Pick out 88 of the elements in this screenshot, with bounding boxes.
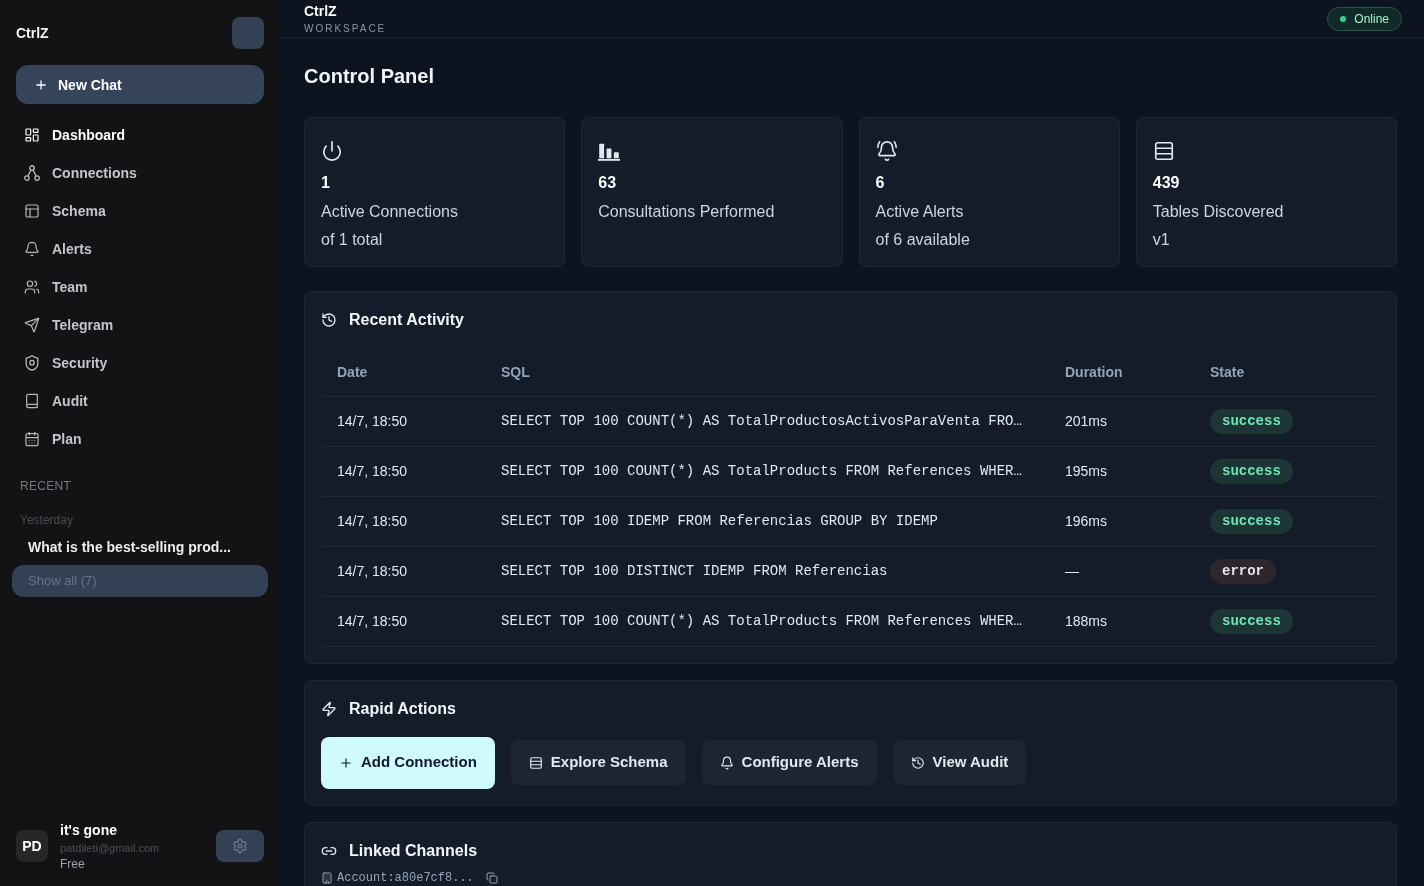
history-icon bbox=[910, 755, 925, 770]
status-badge: success bbox=[1210, 508, 1293, 534]
table-cell: SELECT TOP 100 COUNT(*) AS TotalProductosActivosParaVenta FRO… bbox=[485, 396, 1049, 446]
new-chat-button[interactable]: New Chat bbox=[16, 65, 264, 104]
table-cell: 196ms bbox=[1049, 496, 1194, 546]
column-header: Duration bbox=[1049, 349, 1194, 396]
recent-chat-item[interactable]: What is the best-selling prod... bbox=[16, 537, 264, 557]
status-badge: success bbox=[1210, 458, 1293, 484]
copy-icon[interactable] bbox=[485, 871, 498, 884]
panel-title: Rapid Actions bbox=[349, 698, 456, 719]
rows-icon bbox=[528, 755, 543, 770]
column-header: SQL bbox=[485, 349, 1049, 396]
table-cell: 14/7, 18:50 bbox=[321, 396, 485, 446]
nav-item[interactable]: Schema bbox=[16, 192, 264, 230]
table-cell: — bbox=[1049, 546, 1194, 596]
nav-item[interactable]: Dashboard bbox=[16, 116, 264, 154]
panel-title: Recent Activity bbox=[349, 310, 464, 330]
stat-value: 439 bbox=[1152, 173, 1181, 193]
status-badge: success bbox=[1210, 608, 1293, 634]
avatar: PD bbox=[16, 829, 48, 862]
stat-label: Active Connections bbox=[321, 202, 459, 222]
stat-value: 63 bbox=[598, 173, 618, 193]
user-name: it's gone bbox=[60, 821, 118, 839]
status-badge: success bbox=[1210, 408, 1293, 434]
table-cell: 188ms bbox=[1049, 596, 1194, 646]
table-cell: SELECT TOP 100 DISTINCT IDEMP FROM Referencias bbox=[485, 546, 1049, 596]
settings-button[interactable] bbox=[216, 829, 264, 862]
dashboard-icon bbox=[24, 127, 40, 143]
column-header: State bbox=[1194, 349, 1380, 396]
action-button[interactable]: Add Connection bbox=[321, 736, 495, 789]
plus-icon bbox=[339, 755, 353, 770]
panel-title: Linked Channels bbox=[349, 840, 478, 861]
stat-value: 1 bbox=[321, 173, 331, 193]
rows-icon bbox=[1152, 140, 1175, 162]
nav-item[interactable]: Telegram bbox=[16, 306, 264, 344]
table-cell: 201ms bbox=[1049, 396, 1194, 446]
stat-label: Consultations Performed bbox=[598, 202, 776, 222]
nav-item[interactable]: Security bbox=[16, 344, 264, 382]
table-cell: 14/7, 18:50 bbox=[321, 446, 485, 496]
table-cell: 14/7, 18:50 bbox=[321, 496, 485, 546]
user-email: patdileti@gmail.com bbox=[60, 842, 161, 854]
date-group-label: Yesterday bbox=[19, 514, 74, 526]
history-icon bbox=[321, 312, 337, 328]
stat-value: 6 bbox=[875, 173, 886, 193]
brand-name: CtrlZ bbox=[16, 24, 49, 43]
calendar-icon bbox=[24, 431, 40, 447]
table-cell: 195ms bbox=[1049, 446, 1194, 496]
stat-note: v1 bbox=[1152, 230, 1171, 250]
table-cell: SELECT TOP 100 COUNT(*) AS TotalProducts FROM References WHER… bbox=[485, 596, 1049, 646]
action-button[interactable]: View Audit bbox=[892, 740, 1027, 785]
status-label: Online bbox=[1354, 10, 1389, 27]
paper-plane-icon bbox=[24, 317, 40, 333]
nav-item[interactable]: Audit bbox=[16, 382, 264, 420]
shield-icon bbox=[24, 355, 40, 371]
bell-icon bbox=[719, 755, 734, 770]
building-icon bbox=[321, 871, 333, 884]
stat-note: of 6 available bbox=[875, 230, 971, 250]
users-icon bbox=[24, 279, 40, 295]
power-icon bbox=[321, 140, 343, 162]
nav-item[interactable]: Alerts bbox=[16, 230, 264, 268]
lightning-icon bbox=[321, 700, 337, 717]
table-cell: 14/7, 18:50 bbox=[321, 596, 485, 646]
account-id: Account:a80e7cf8... bbox=[337, 870, 474, 885]
settings-icon bbox=[232, 837, 248, 854]
workspace-title: CtrlZ bbox=[304, 2, 338, 19]
table-icon bbox=[24, 203, 40, 219]
nodes-icon bbox=[24, 165, 40, 181]
action-button[interactable]: Explore Schema bbox=[510, 740, 686, 785]
workspace-subtitle: WORKSPACE bbox=[304, 22, 387, 35]
table-cell: 14/7, 18:50 bbox=[321, 546, 485, 596]
column-header: Date bbox=[321, 349, 485, 396]
book-icon bbox=[24, 393, 40, 409]
bell-ring-icon bbox=[875, 140, 898, 162]
plus-icon bbox=[34, 77, 48, 92]
bell-icon bbox=[24, 241, 40, 257]
table-cell: SELECT TOP 100 COUNT(*) AS TotalProducts FROM References WHER… bbox=[485, 446, 1049, 496]
page-title: Control Panel bbox=[304, 64, 435, 89]
nav-item[interactable]: Team bbox=[16, 268, 264, 306]
table-cell: SELECT TOP 100 IDEMP FROM Referencias GROUP BY IDEMP bbox=[485, 496, 1049, 546]
nav-item[interactable]: Connections bbox=[16, 154, 264, 192]
stat-label: Active Alerts bbox=[875, 202, 965, 222]
stat-label: Tables Discovered bbox=[1152, 202, 1285, 222]
section-heading: RECENT bbox=[19, 480, 73, 492]
plan-label: Free bbox=[60, 858, 86, 870]
status-badge: error bbox=[1210, 558, 1276, 584]
stat-note: of 1 total bbox=[321, 230, 384, 250]
action-button[interactable]: Configure Alerts bbox=[701, 740, 877, 785]
nav-item[interactable]: Plan bbox=[16, 420, 264, 458]
